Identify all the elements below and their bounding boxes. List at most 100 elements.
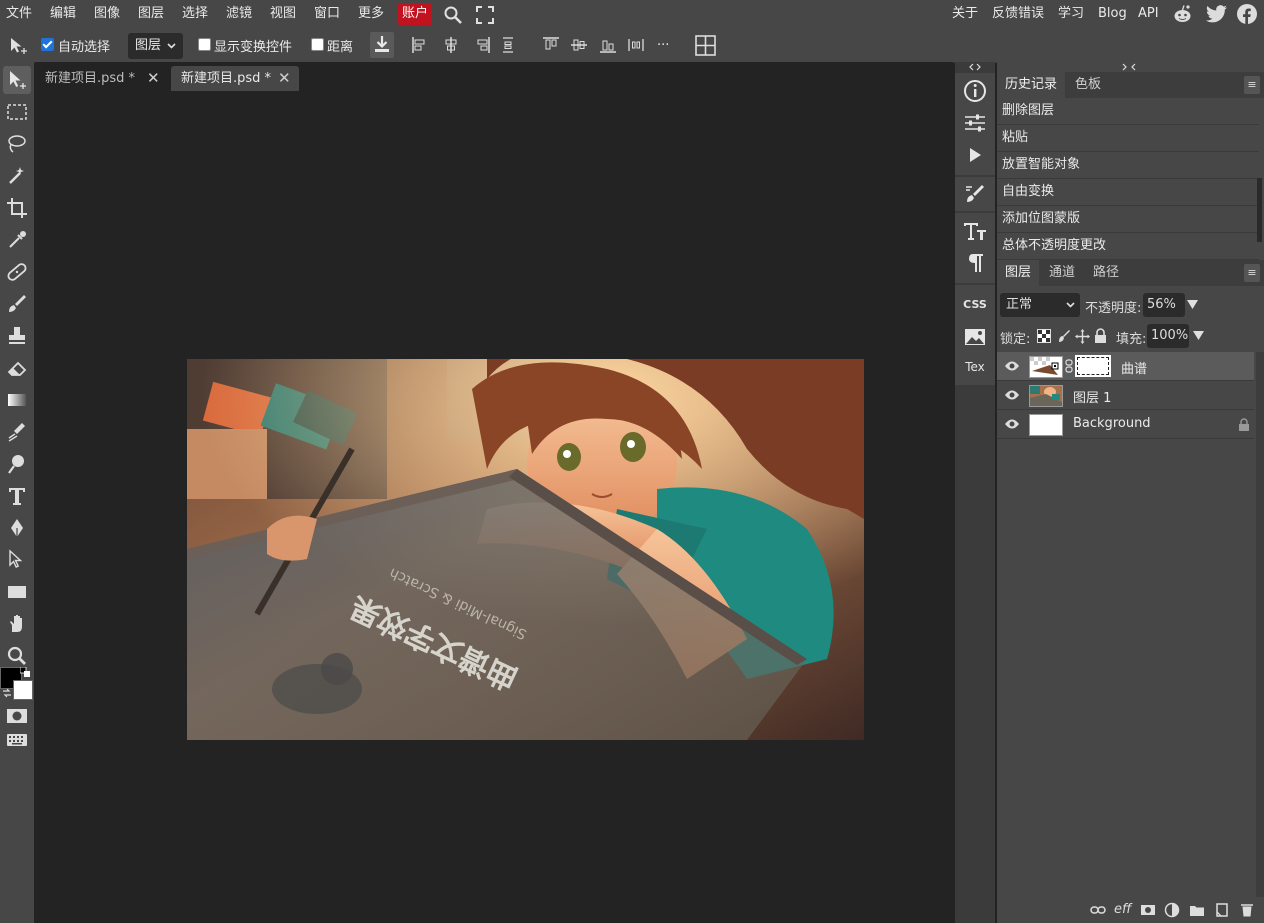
canvas-image[interactable]: 曲谱文字效果 Signal-Midi & Scratch — [187, 359, 864, 740]
lock-pixels-icon[interactable] — [1057, 329, 1071, 343]
brush-settings-icon[interactable] — [961, 180, 989, 208]
layer-row-score[interactable]: 曲谱 — [997, 352, 1254, 381]
quick-mask-icon[interactable] — [6, 708, 28, 724]
grid-layout-icon[interactable] — [695, 35, 716, 56]
layer-row-layer1[interactable]: 图层 1 — [997, 381, 1254, 410]
paragraph-icon[interactable] — [961, 249, 989, 277]
layer-row-background[interactable]: Background — [997, 410, 1254, 439]
show-transform-checkbox[interactable] — [198, 38, 211, 51]
tab-history[interactable]: 历史记录 — [997, 72, 1066, 98]
dodge-tool[interactable] — [3, 450, 31, 478]
info-icon[interactable] — [961, 77, 989, 105]
healing-tool[interactable] — [3, 258, 31, 286]
menu-layer[interactable]: 图层 — [138, 5, 164, 23]
opacity-input[interactable]: 56% — [1143, 293, 1185, 317]
tab-layers[interactable]: 图层 — [997, 260, 1040, 286]
align-left-icon[interactable] — [409, 34, 431, 56]
distance-checkbox[interactable] — [311, 38, 324, 51]
add-mask-icon[interactable] — [1140, 902, 1156, 918]
type-tool[interactable] — [3, 482, 31, 510]
close-icon[interactable]: ✕ — [278, 66, 291, 91]
auto-select-checkbox[interactable] — [41, 38, 54, 51]
gradient-tool[interactable] — [3, 386, 31, 414]
fill-dropdown-icon[interactable] — [1193, 331, 1204, 340]
search-icon[interactable] — [443, 5, 463, 25]
new-layer-icon[interactable] — [1214, 902, 1230, 918]
layers-panel-menu-icon[interactable]: ≡ — [1244, 264, 1260, 282]
layer-mask-thumbnail[interactable] — [1075, 355, 1111, 377]
smudge-tool[interactable] — [3, 418, 31, 446]
quick-select-tool[interactable] — [3, 162, 31, 190]
menu-select[interactable]: 选择 — [182, 5, 208, 23]
swap-colors-icon[interactable] — [2, 688, 12, 698]
adjustment-layer-icon[interactable] — [1164, 902, 1180, 918]
opacity-dropdown-icon[interactable] — [1187, 300, 1198, 309]
facebook-icon[interactable] — [1237, 4, 1257, 24]
default-colors-icon[interactable] — [20, 667, 30, 677]
css-button[interactable]: CSS — [961, 291, 989, 319]
tab-channels[interactable]: 通道 — [1041, 260, 1083, 286]
adjustments-icon[interactable] — [961, 109, 989, 137]
menu-edit[interactable]: 编辑 — [50, 5, 76, 23]
menu-file[interactable]: 文件 — [6, 5, 32, 23]
link-blog[interactable]: Blog — [1098, 5, 1127, 23]
move-tool[interactable] — [3, 66, 31, 94]
history-item[interactable]: 粘贴 — [997, 125, 1259, 152]
distribute-h-icon[interactable] — [498, 34, 520, 56]
crop-tool[interactable] — [3, 194, 31, 222]
tab-swatches[interactable]: 色板 — [1067, 72, 1109, 98]
play-actions-icon[interactable] — [961, 141, 989, 169]
history-item[interactable]: 放置智能对象 — [997, 152, 1259, 179]
align-middle-v-icon[interactable] — [568, 34, 590, 56]
character-icon[interactable] — [961, 217, 989, 245]
zoom-tool[interactable] — [3, 642, 31, 670]
shape-tool[interactable] — [3, 578, 31, 606]
brush-tool[interactable] — [3, 290, 31, 318]
lock-all-icon[interactable] — [1094, 328, 1107, 343]
history-item[interactable]: 自由变换 — [997, 179, 1259, 206]
tex-button[interactable]: Tex — [961, 353, 989, 381]
eye-icon[interactable] — [1004, 389, 1020, 401]
link-learn[interactable]: 学习 — [1058, 5, 1084, 23]
layers-scrollbar[interactable] — [1256, 352, 1264, 897]
lock-position-icon[interactable] — [1075, 329, 1090, 344]
history-item[interactable]: 删除图层 — [997, 98, 1259, 125]
tab-paths[interactable]: 路径 — [1085, 260, 1127, 286]
menu-account[interactable]: 账户 — [398, 3, 433, 25]
layer-effects-icon[interactable]: eff — [1114, 902, 1131, 918]
auto-select-target-select[interactable]: 图层 — [128, 33, 183, 59]
expand-arrows-icon[interactable] — [1121, 63, 1137, 71]
twitter-icon[interactable] — [1206, 5, 1227, 23]
fill-input[interactable]: 100% — [1147, 324, 1189, 348]
eraser-tool[interactable] — [3, 354, 31, 382]
delete-layer-icon[interactable] — [1239, 902, 1255, 918]
menu-filter[interactable]: 滤镜 — [226, 5, 252, 23]
hand-tool[interactable] — [3, 610, 31, 638]
history-item[interactable]: 添加位图蒙版 — [997, 206, 1259, 233]
blend-mode-select[interactable]: 正常 — [1000, 293, 1080, 317]
align-right-icon[interactable] — [471, 34, 493, 56]
background-color-swatch[interactable] — [13, 680, 33, 700]
chain-link-icon[interactable] — [1065, 359, 1073, 373]
lasso-tool[interactable] — [3, 130, 31, 158]
document-tab-2[interactable]: 新建项目.psd * ✕ — [171, 66, 299, 91]
lock-transparency-icon[interactable] — [1037, 329, 1051, 343]
align-center-h-icon[interactable] — [440, 34, 462, 56]
marquee-tool[interactable] — [3, 98, 31, 126]
history-item[interactable]: 总体不透明度更改 — [997, 233, 1259, 260]
menu-window[interactable]: 窗口 — [314, 5, 340, 23]
link-about[interactable]: 关于 — [952, 5, 978, 23]
collapse-arrows-icon[interactable] — [965, 63, 985, 71]
new-group-icon[interactable] — [1189, 902, 1205, 918]
download-button[interactable] — [370, 32, 394, 58]
image-icon[interactable] — [961, 323, 989, 351]
menu-view[interactable]: 视图 — [270, 5, 296, 23]
menu-more[interactable]: 更多 — [358, 5, 384, 23]
path-select-tool[interactable] — [3, 546, 31, 574]
link-api[interactable]: API — [1138, 5, 1159, 23]
link-layers-icon[interactable] — [1090, 902, 1106, 918]
align-bottom-icon[interactable] — [597, 34, 619, 56]
fullscreen-icon[interactable] — [476, 6, 494, 24]
eye-icon[interactable] — [1004, 360, 1020, 372]
pen-tool[interactable] — [3, 514, 31, 542]
